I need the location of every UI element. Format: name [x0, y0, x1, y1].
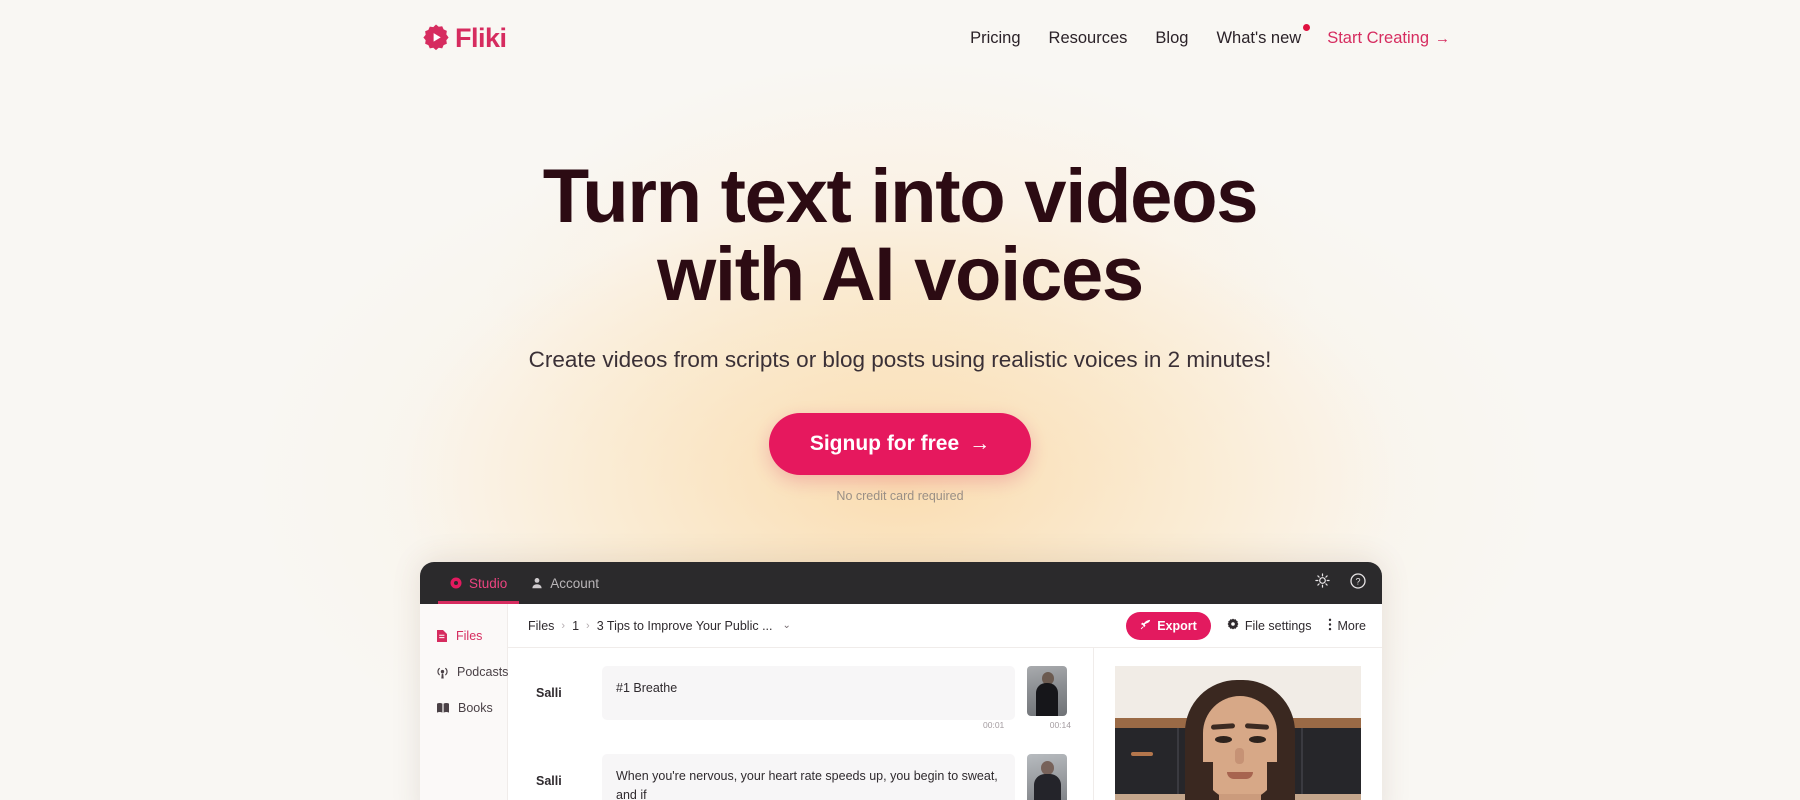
hero-subtitle: Create videos from scripts or blog posts… — [528, 346, 1272, 372]
file-settings-button[interactable]: File settings — [1227, 618, 1312, 633]
chevron-down-icon[interactable]: ⌄ — [783, 620, 791, 631]
sidebar-item-podcasts[interactable]: Podcasts — [420, 659, 509, 685]
app-body: Files Podcasts Books Files › 1 › 3 Tips … — [420, 604, 1382, 800]
person-icon — [531, 577, 543, 589]
tab-account-label: Account — [550, 575, 600, 591]
scene-timestamps: 00:01 00:14 — [983, 720, 1071, 730]
preview-subject-mouth — [1227, 772, 1253, 779]
studio-record-icon — [450, 577, 462, 589]
breadcrumb-item-files[interactable]: Files — [528, 619, 554, 633]
book-icon — [436, 702, 450, 714]
script-text-highlighted: if — [636, 788, 647, 800]
tab-account[interactable]: Account — [519, 562, 611, 604]
script-pane: Salli #1 Breathe 00:01 00:14 Salli When … — [508, 648, 1094, 800]
page-title: Turn text into videos with AI voices — [0, 157, 1800, 318]
podcast-icon — [436, 666, 449, 679]
topbar-actions: ? — [1315, 562, 1366, 604]
script-text-input[interactable]: #1 Breathe — [602, 666, 1015, 720]
preview-subject-hair-front — [1187, 762, 1213, 800]
preview-subject-neck — [1219, 794, 1261, 800]
script-text: When you're nervous, your heart rate spe… — [616, 769, 998, 800]
preview-subject-hair-front — [1267, 762, 1293, 800]
brightness-icon[interactable] — [1315, 573, 1330, 593]
svg-text:?: ? — [1355, 576, 1360, 586]
more-button[interactable]: More — [1328, 618, 1366, 634]
breadcrumb-separator-icon: › — [561, 619, 566, 632]
file-settings-label: File settings — [1244, 618, 1312, 633]
preview-subject-nose — [1235, 748, 1244, 764]
editor-split: Salli #1 Breathe 00:01 00:14 Salli When … — [508, 648, 1382, 800]
help-circle-icon[interactable]: ? — [1350, 572, 1366, 594]
breadcrumb: Files › 1 › 3 Tips to Improve Your Publi… — [528, 619, 791, 633]
time-end: 00:14 — [1049, 720, 1071, 730]
script-text-input[interactable]: When you're nervous, your heart rate spe… — [602, 754, 1015, 800]
video-preview-woman-smiling[interactable] — [1115, 666, 1361, 800]
preview-cabinet-line — [1177, 728, 1179, 794]
file-icon — [436, 629, 448, 643]
landing-page: Fliki Pricing Resources Blog What's new … — [0, 0, 1800, 800]
speaker-name: Salli — [536, 686, 562, 700]
sidebar-item-books[interactable]: Books — [420, 695, 507, 721]
table-row: Salli When you're nervous, your heart ra… — [526, 754, 1075, 800]
time-start: 00:01 — [983, 720, 1005, 730]
signup-button-label: Signup for free — [809, 431, 960, 455]
hero-title-line-1: Turn text into videos — [542, 154, 1259, 239]
table-row: Salli #1 Breathe 00:01 00:14 — [526, 666, 1075, 730]
breadcrumb-item-file[interactable]: 3 Tips to Improve Your Public ... — [597, 619, 773, 633]
dots-vertical-icon — [1328, 618, 1332, 634]
preview-subject-eye — [1215, 736, 1232, 743]
sidebar-item-files-label: Files — [456, 629, 483, 643]
scene-thumbnail-column — [1027, 754, 1075, 800]
preview-cabinet-line — [1301, 728, 1303, 794]
no-credit-card-note: No credit card required — [836, 488, 964, 503]
signup-for-free-button[interactable]: Signup for free → — [768, 412, 1032, 475]
video-preview-pane — [1094, 648, 1382, 800]
hero-section: Turn text into videos with AI voices Cre… — [0, 0, 1800, 503]
export-button[interactable]: Export — [1126, 611, 1211, 640]
breadcrumb-separator-icon: › — [586, 619, 590, 632]
sidebar-item-files[interactable]: Files — [420, 623, 507, 649]
app-toolbar: Files › 1 › 3 Tips to Improve Your Publi… — [508, 604, 1382, 648]
tab-studio[interactable]: Studio — [438, 562, 520, 604]
gear-icon — [1227, 618, 1239, 633]
scene-thumbnail[interactable] — [1027, 666, 1067, 716]
speaker-name: Salli — [536, 774, 562, 788]
app-topbar: Studio Account ? — [420, 562, 1382, 604]
tab-studio-label: Studio — [469, 575, 508, 591]
app-preview-window: Studio Account ? Files Podcasts Books Fi… — [420, 562, 1382, 800]
app-sidebar: Files Podcasts Books — [420, 604, 508, 800]
arrow-right-icon: → — [969, 431, 991, 455]
sidebar-item-books-label: Books — [458, 701, 493, 715]
app-main: Files › 1 › 3 Tips to Improve Your Publi… — [508, 604, 1382, 800]
preview-cabinet-handle — [1131, 752, 1153, 756]
toolbar-actions: Export File settings More — [1126, 611, 1366, 640]
export-button-label: Export — [1157, 618, 1197, 633]
sidebar-item-podcasts-label: Podcasts — [457, 665, 509, 679]
scene-thumbnail-column: 00:01 00:14 — [983, 666, 1075, 730]
breadcrumb-item-folder[interactable]: 1 — [572, 619, 579, 633]
more-label: More — [1337, 618, 1366, 633]
scene-thumbnail[interactable] — [1027, 754, 1067, 800]
preview-subject-eye — [1249, 736, 1266, 743]
rocket-icon — [1140, 619, 1151, 633]
hero-title-line-2: with AI voices — [657, 232, 1144, 318]
